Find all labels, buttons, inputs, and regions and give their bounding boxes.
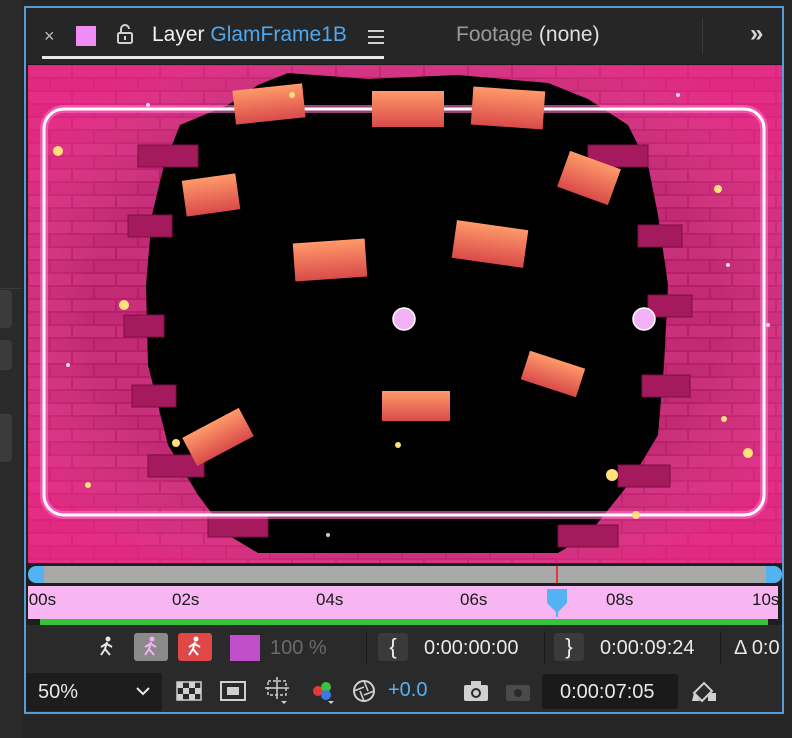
set-in-point-button[interactable]: { <box>378 633 408 661</box>
time-navigator-cti <box>555 566 558 583</box>
transparency-grid-icon[interactable] <box>176 681 202 701</box>
footage-tab[interactable]: Footage (none) <box>456 23 600 47</box>
active-tab-underline <box>42 56 384 59</box>
tick-label: 08s <box>606 590 634 609</box>
walk-out-icon[interactable] <box>178 633 212 661</box>
aperture-icon[interactable] <box>352 679 376 703</box>
collapsed-panel-tab[interactable] <box>0 414 12 462</box>
time-ruler[interactable]: :00s 02s 04s 06s 08s 10s <box>26 586 780 619</box>
tick-label: 06s <box>460 590 488 609</box>
tick-label: 04s <box>316 590 344 609</box>
region-icon[interactable] <box>262 677 292 705</box>
current-time-value: 0:00:07:05 <box>560 681 655 703</box>
walk-icon[interactable] <box>90 633 124 661</box>
current-time-line <box>555 603 558 617</box>
zoom-dropdown[interactable]: 50% <box>26 673 162 711</box>
set-out-point-button[interactable]: } <box>554 633 584 661</box>
in-point-time[interactable]: 0:00:00:00 <box>424 637 519 660</box>
work-area-bar[interactable] <box>40 566 768 583</box>
time-navigator-start-handle[interactable] <box>28 566 44 583</box>
color-label-icon[interactable] <box>76 26 96 46</box>
duration-value: Δ 0:0 <box>734 637 780 659</box>
exposure-value[interactable]: +0.0 <box>388 679 427 702</box>
current-time-indicator[interactable] <box>546 589 567 603</box>
tick-label: 02s <box>172 590 200 609</box>
tab-prefix: Layer <box>152 23 205 46</box>
footage-value: (none) <box>538 23 600 46</box>
layer-panel: × Layer GlamFrame1B Footage (none) »:00… <box>24 6 784 714</box>
chevron-down-icon <box>136 687 150 696</box>
left-panel-edge <box>0 0 22 738</box>
lock-icon[interactable] <box>116 24 134 44</box>
tick-label: :00s <box>24 590 57 609</box>
tick-label: 10s <box>752 590 780 609</box>
time-navigator-end-handle[interactable] <box>766 566 782 583</box>
color-channels-icon[interactable] <box>308 677 336 705</box>
composition-preview <box>28 65 782 563</box>
collapsed-panel-tab[interactable] <box>0 340 12 370</box>
mask-icon[interactable] <box>220 681 246 701</box>
footage-label: Footage <box>456 23 534 46</box>
expand-icon[interactable]: » <box>750 20 764 48</box>
viewer-controls-row: 50% +0.0 0:00:07:05 <box>26 671 782 712</box>
current-time-display[interactable]: 0:00:07:05 <box>542 674 678 709</box>
edit-icon[interactable] <box>690 679 718 705</box>
layer-name: GlamFrame1B <box>210 23 347 46</box>
walk-in-icon[interactable] <box>134 633 168 661</box>
tab-divider <box>702 18 703 54</box>
panel-menu-icon[interactable] <box>368 30 384 44</box>
label-color-swatch[interactable] <box>230 635 260 661</box>
snapshot-icon[interactable] <box>504 680 534 702</box>
camera-icon[interactable] <box>462 680 490 702</box>
layer-controls-row: 100 % { 0:00:00:00 } 0:00:09:24 Δ 0:0 <box>26 625 782 671</box>
layer-viewer[interactable] <box>28 65 782 563</box>
opacity-value: 100 % <box>270 637 327 659</box>
zoom-value: 50% <box>38 681 79 703</box>
layer-tab-title[interactable]: Layer GlamFrame1B <box>152 23 347 47</box>
out-point-time[interactable]: 0:00:09:24 <box>600 637 695 660</box>
collapsed-panel-tab[interactable] <box>0 290 12 328</box>
close-icon[interactable]: × <box>44 26 55 47</box>
panel-tab-bar: × Layer GlamFrame1B Footage (none) » <box>26 8 782 65</box>
